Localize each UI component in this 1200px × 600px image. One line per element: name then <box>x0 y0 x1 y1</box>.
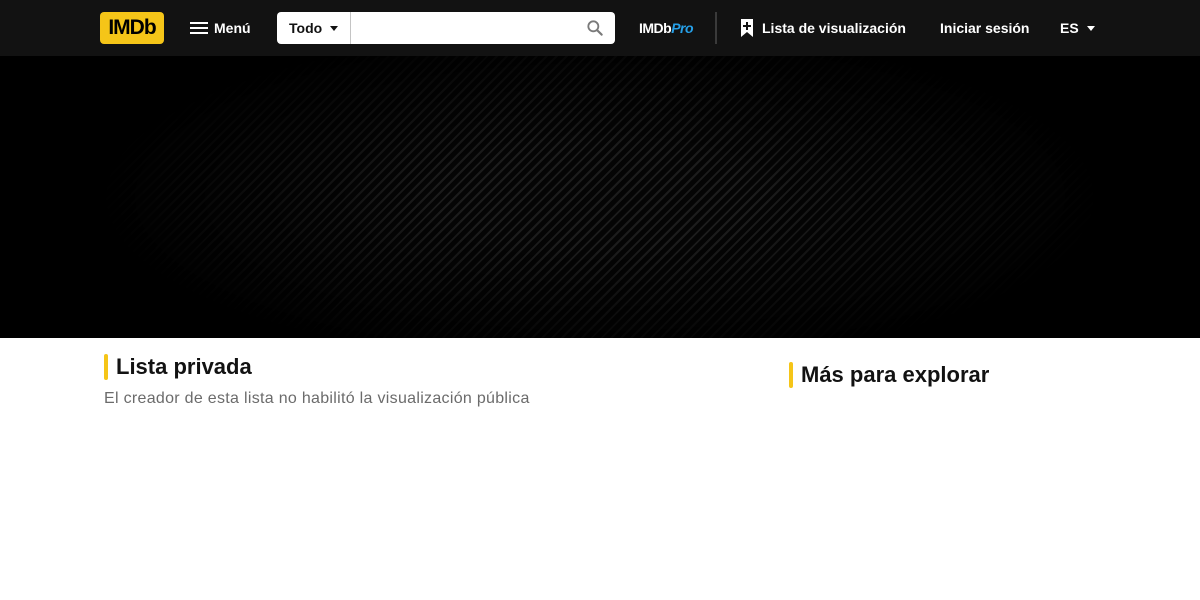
signin-button[interactable]: Iniciar sesión <box>932 12 1037 44</box>
title-accent-bar <box>104 354 108 380</box>
search-category-dropdown[interactable]: Todo <box>277 12 351 44</box>
menu-button[interactable]: Menú <box>180 12 261 44</box>
imdbpro-logo-part1: IMDb <box>639 20 672 36</box>
imdb-logo[interactable]: IMDb <box>100 12 164 44</box>
search-category-label: Todo <box>289 20 323 36</box>
hero-banner <box>0 56 1200 338</box>
nav-divider <box>715 12 717 44</box>
search-input[interactable] <box>351 12 575 44</box>
title-accent-bar <box>789 362 793 388</box>
sidebar-title: Más para explorar <box>801 362 990 387</box>
imdbpro-link[interactable]: IMDb Pro <box>639 18 694 38</box>
watchlist-button[interactable]: Lista de visualización <box>732 12 914 44</box>
bookmark-plus-icon <box>741 19 753 37</box>
signin-label: Iniciar sesión <box>940 20 1030 36</box>
language-label: ES <box>1060 20 1079 36</box>
language-dropdown[interactable]: ES <box>1052 12 1103 44</box>
page-title: Lista privada <box>116 354 252 379</box>
search-bar: Todo <box>277 12 615 44</box>
caret-down-icon <box>1086 25 1095 31</box>
top-navbar: IMDb Menú Todo IMDb Pro Lista de visuali… <box>0 0 1200 56</box>
search-button[interactable] <box>575 12 615 44</box>
more-to-explore-title: Más para explorar <box>789 361 989 389</box>
imdbpro-logo-part2: Pro <box>671 20 694 36</box>
private-list-description: El creador de esta lista no habilitó la … <box>104 390 530 407</box>
menu-label: Menú <box>214 20 251 36</box>
hamburger-icon <box>190 21 208 35</box>
search-icon <box>587 20 603 36</box>
caret-down-icon <box>330 25 339 31</box>
watchlist-label: Lista de visualización <box>762 20 906 36</box>
private-list-title: Lista privada <box>104 353 252 381</box>
hero-pattern <box>100 56 1100 338</box>
